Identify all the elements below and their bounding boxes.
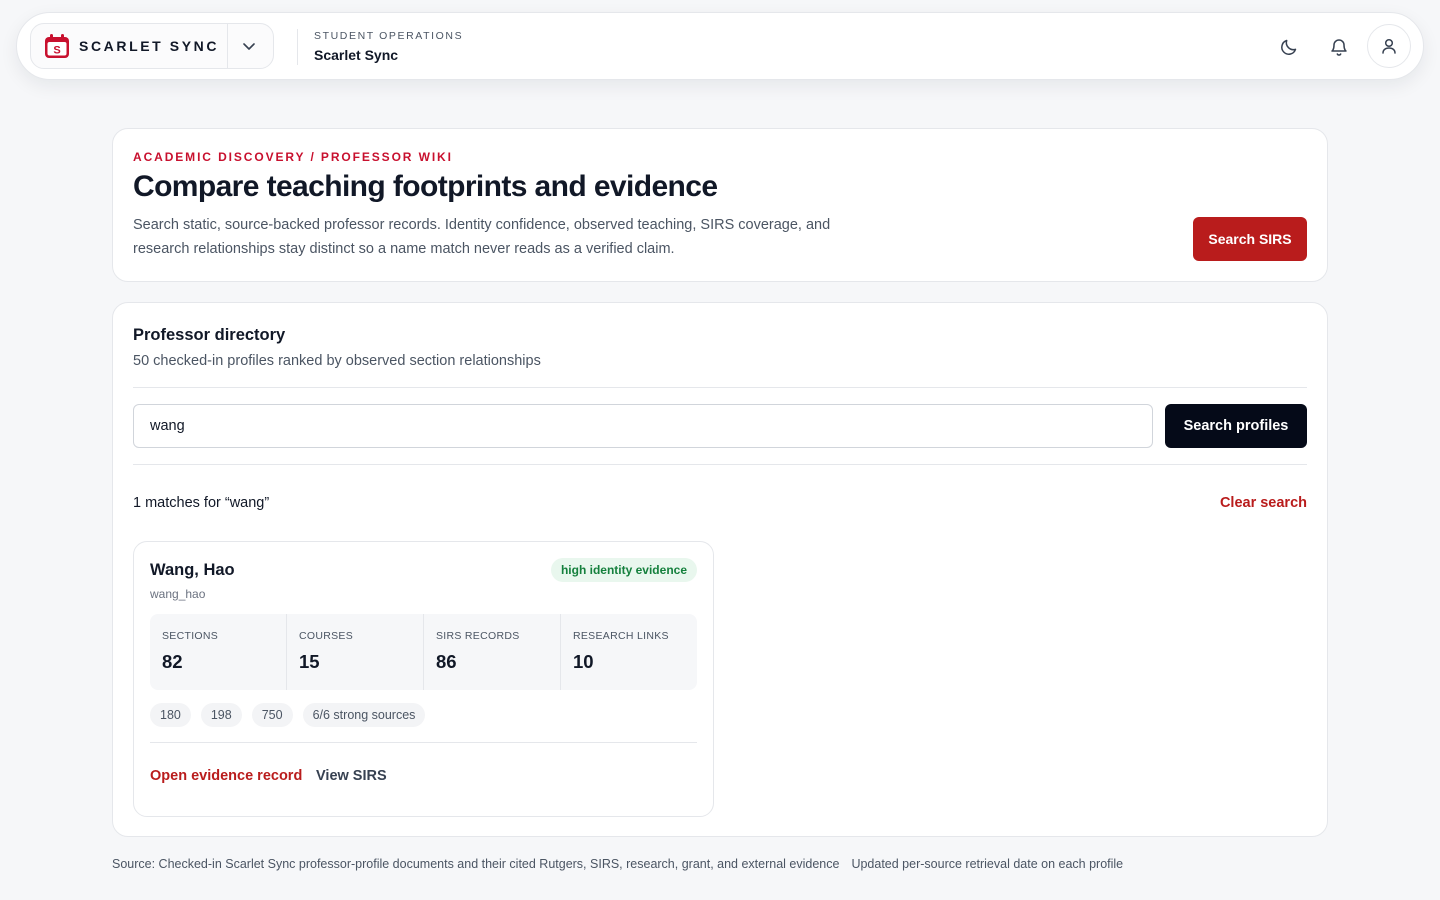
updated-note: Updated per-source retrieval date on eac… <box>851 857 1124 871</box>
directory-title: Professor directory <box>133 326 286 344</box>
calendar-logo-icon: S <box>43 32 71 60</box>
breadcrumb: ACADEMIC DISCOVERY / PROFESSOR WIKI <box>133 150 453 164</box>
svg-text:S: S <box>53 45 60 57</box>
bell-icon[interactable] <box>1323 31 1355 63</box>
search-input[interactable] <box>133 404 1153 448</box>
source-strength-chip: 6/6 strong sources <box>302 703 426 727</box>
stat-value: 86 <box>436 651 457 672</box>
hero-card: ACADEMIC DISCOVERY / PROFESSOR WIKI Comp… <box>112 128 1328 282</box>
workspace-context: STUDENT OPERATIONS Scarlet Sync <box>314 30 463 63</box>
workspace-eyebrow: STUDENT OPERATIONS <box>314 30 464 42</box>
identity-evidence-badge: high identity evidence <box>550 558 697 582</box>
view-sirs-link[interactable]: View SIRS <box>316 768 387 784</box>
stat-sections: SECTIONS 82 <box>150 614 286 690</box>
professor-name: Wang, Hao <box>150 561 235 579</box>
directory-subtitle: 50 checked-in profiles ranked by observe… <box>133 353 541 369</box>
stat-label: RESEARCH LINKS <box>573 630 669 642</box>
brand-name: SCARLET SYNC <box>79 38 220 54</box>
stat-sirs-records: SIRS RECORDS 86 <box>423 614 560 690</box>
open-evidence-record-link[interactable]: Open evidence record <box>150 768 302 784</box>
stat-value: 10 <box>573 651 594 672</box>
match-count: 1 matches for “wang” <box>133 495 270 511</box>
stat-label: COURSES <box>299 630 354 642</box>
stat-courses: COURSES 15 <box>286 614 423 690</box>
header-divider <box>297 29 298 65</box>
page-footer: Source: Checked-in Scarlet Sync professo… <box>112 857 1123 871</box>
course-chip: 198 <box>200 703 242 727</box>
chevron-down-icon[interactable] <box>228 24 270 68</box>
source-note: Source: Checked-in Scarlet Sync professo… <box>112 857 840 871</box>
moon-icon[interactable] <box>1273 31 1305 63</box>
profile-stats: SECTIONS 82 COURSES 15 SIRS RECORDS 86 R… <box>150 614 697 690</box>
stat-value: 82 <box>162 651 183 672</box>
divider <box>133 387 1307 388</box>
search-sirs-button[interactable]: Search SIRS <box>1193 217 1307 261</box>
stat-research-links: RESEARCH LINKS 10 <box>560 614 697 690</box>
course-chip: 180 <box>150 703 191 727</box>
app-switcher[interactable]: S SCARLET SYNC <box>30 23 274 69</box>
professor-slug: wang_hao <box>150 587 206 601</box>
divider <box>150 742 697 743</box>
divider <box>133 464 1307 465</box>
page-title: Compare teaching footprints and evidence <box>133 170 718 203</box>
page-description: Search static, source-backed professor r… <box>133 217 831 257</box>
top-navigation-bar: S SCARLET SYNC STUDENT OPERATIONS Scarle… <box>16 12 1424 80</box>
course-chip: 750 <box>251 703 293 727</box>
course-chips: 180 198 750 6/6 strong sources <box>150 703 426 727</box>
professor-profile-card[interactable]: Wang, Hao wang_hao high identity evidenc… <box>133 541 714 817</box>
clear-search-link[interactable]: Clear search <box>1220 495 1307 511</box>
search-profiles-button[interactable]: Search profiles <box>1165 404 1307 448</box>
stat-value: 15 <box>299 651 320 672</box>
stat-label: SIRS RECORDS <box>436 630 520 642</box>
workspace-title: Scarlet Sync <box>314 47 399 63</box>
stat-label: SECTIONS <box>162 630 219 642</box>
user-icon[interactable] <box>1367 24 1411 68</box>
professor-directory-card: Professor directory 50 checked-in profil… <box>112 302 1328 837</box>
